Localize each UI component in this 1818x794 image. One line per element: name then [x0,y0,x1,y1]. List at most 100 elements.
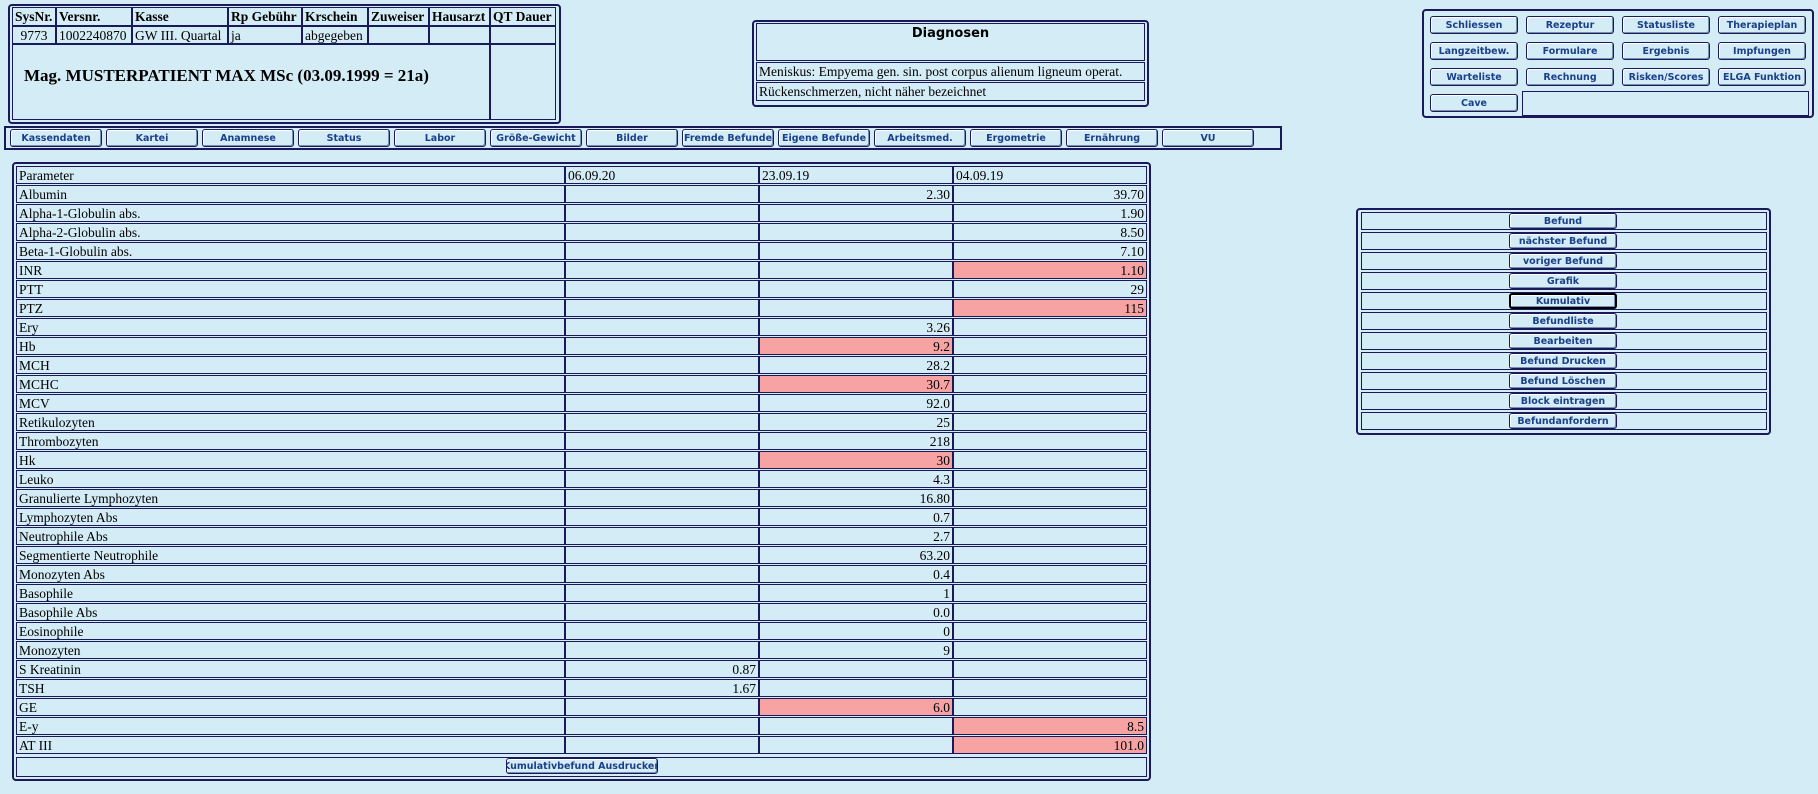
lab-value-cell[interactable]: 0.4 [759,565,953,583]
lab-value-cell[interactable]: 0 [759,622,953,640]
lab-value-cell[interactable] [565,698,759,716]
tab-ergometrie[interactable]: Ergometrie [970,129,1062,147]
lab-value-cell[interactable]: 1.67 [565,679,759,697]
lab-value-cell[interactable] [953,337,1147,355]
tab-bilder[interactable]: Bilder [586,129,678,147]
lab-value-cell[interactable] [953,375,1147,393]
lab-value-cell[interactable] [953,565,1147,583]
elga-funktion-button[interactable]: ELGA Funktion [1718,68,1806,86]
lab-value-cell[interactable] [953,641,1147,659]
lab-value-cell[interactable] [565,584,759,602]
lab-value-cell[interactable]: 30 [759,451,953,469]
lab-value-cell[interactable] [565,451,759,469]
befundanfordern-button[interactable]: Befundanfordern [1509,413,1617,429]
tab-status[interactable]: Status [298,129,390,147]
lab-value-cell[interactable] [565,736,759,754]
lab-value-cell[interactable]: 63.20 [759,546,953,564]
tab-arbeitsmed[interactable]: Arbeitsmed. [874,129,966,147]
voriger-befund-button[interactable]: voriger Befund [1509,253,1617,269]
lab-value-cell[interactable]: 2.30 [759,185,953,203]
impfungen-button[interactable]: Impfungen [1718,42,1806,60]
lab-value-cell[interactable] [565,337,759,355]
lab-value-cell[interactable] [565,394,759,412]
lab-value-cell[interactable] [759,679,953,697]
lab-value-cell[interactable] [953,603,1147,621]
lab-value-cell[interactable] [565,641,759,659]
diagnose-item[interactable]: Meniskus: Empyema gen. sin. post corpus … [756,62,1145,81]
lab-value-cell[interactable] [565,356,759,374]
lab-value-cell[interactable]: 0.7 [759,508,953,526]
lab-value-cell[interactable] [953,451,1147,469]
lab-value-cell[interactable]: 101.0 [953,736,1147,754]
befund-löschen-button[interactable]: Befund Löschen [1509,373,1617,389]
lab-value-cell[interactable] [565,489,759,507]
lab-value-cell[interactable] [953,413,1147,431]
diagnose-item[interactable]: Rückenschmerzen, nicht näher bezeichnet [756,82,1145,101]
langzeitbew-button[interactable]: Langzeitbew. [1430,42,1518,60]
therapieplan-button[interactable]: Therapieplan [1718,16,1806,34]
lab-value-cell[interactable] [953,679,1147,697]
lab-value-cell[interactable]: 1.90 [953,204,1147,222]
befund-drucken-button[interactable]: Befund Drucken [1509,353,1617,369]
lab-value-cell[interactable] [565,432,759,450]
lab-value-cell[interactable] [953,394,1147,412]
lab-value-cell[interactable] [565,242,759,260]
lab-value-cell[interactable] [565,280,759,298]
risken-scores-button[interactable]: Risken/Scores [1622,68,1710,86]
lab-value-cell[interactable]: 6.0 [759,698,953,716]
lab-value-cell[interactable]: 2.7 [759,527,953,545]
lab-value-cell[interactable] [565,603,759,621]
lab-value-cell[interactable] [565,527,759,545]
kumulativbefund-ausdrucken-button[interactable]: Kumulativbefund Ausdrucken [506,758,658,774]
lab-value-cell[interactable] [953,432,1147,450]
lab-value-cell[interactable] [565,261,759,279]
warteliste-button[interactable]: Warteliste [1430,68,1518,86]
lab-value-cell[interactable] [565,565,759,583]
lab-value-cell[interactable]: 30.7 [759,375,953,393]
bearbeiten-button[interactable]: Bearbeiten [1509,333,1617,349]
tab-anamnese[interactable]: Anamnese [202,129,294,147]
schliessen-button[interactable]: Schliessen [1430,16,1518,34]
lab-value-cell[interactable]: 4.3 [759,470,953,488]
formulare-button[interactable]: Formulare [1526,42,1614,60]
lab-value-cell[interactable]: 25 [759,413,953,431]
lab-value-cell[interactable] [953,527,1147,545]
befund-button[interactable]: Befund [1509,213,1617,229]
lab-value-cell[interactable] [953,318,1147,336]
kumulativ-button[interactable]: Kumulativ [1509,293,1617,309]
lab-value-cell[interactable] [565,375,759,393]
lab-value-cell[interactable]: 28.2 [759,356,953,374]
lab-value-cell[interactable] [759,204,953,222]
lab-value-cell[interactable] [759,717,953,735]
lab-value-cell[interactable] [953,546,1147,564]
lab-value-cell[interactable]: 0.87 [565,660,759,678]
lab-value-cell[interactable]: 0.0 [759,603,953,621]
lab-value-cell[interactable]: 8.5 [953,717,1147,735]
tab-kartei[interactable]: Kartei [106,129,198,147]
statusliste-button[interactable]: Statusliste [1622,16,1710,34]
lab-value-cell[interactable] [759,299,953,317]
lab-value-cell[interactable]: 218 [759,432,953,450]
grafik-button[interactable]: Grafik [1509,273,1617,289]
lab-value-cell[interactable] [953,698,1147,716]
lab-value-cell[interactable] [953,660,1147,678]
lab-value-cell[interactable]: 3.26 [759,318,953,336]
lab-value-cell[interactable] [565,204,759,222]
lab-value-cell[interactable] [565,223,759,241]
lab-value-cell[interactable]: 16.80 [759,489,953,507]
lab-value-cell[interactable] [565,622,759,640]
lab-value-cell[interactable] [953,584,1147,602]
lab-value-cell[interactable]: 115 [953,299,1147,317]
lab-value-cell[interactable] [565,299,759,317]
tab-größe-gewicht[interactable]: Größe-Gewicht [490,129,582,147]
ergebnis-button[interactable]: Ergebnis [1622,42,1710,60]
cave-button[interactable]: Cave [1430,94,1518,112]
lab-value-cell[interactable] [759,242,953,260]
lab-value-cell[interactable]: 8.50 [953,223,1147,241]
befundliste-button[interactable]: Befundliste [1509,313,1617,329]
lab-value-cell[interactable]: 39.70 [953,185,1147,203]
nächster-befund-button[interactable]: nächster Befund [1509,233,1617,249]
lab-value-cell[interactable] [565,470,759,488]
lab-value-cell[interactable] [759,736,953,754]
lab-value-cell[interactable]: 7.10 [953,242,1147,260]
